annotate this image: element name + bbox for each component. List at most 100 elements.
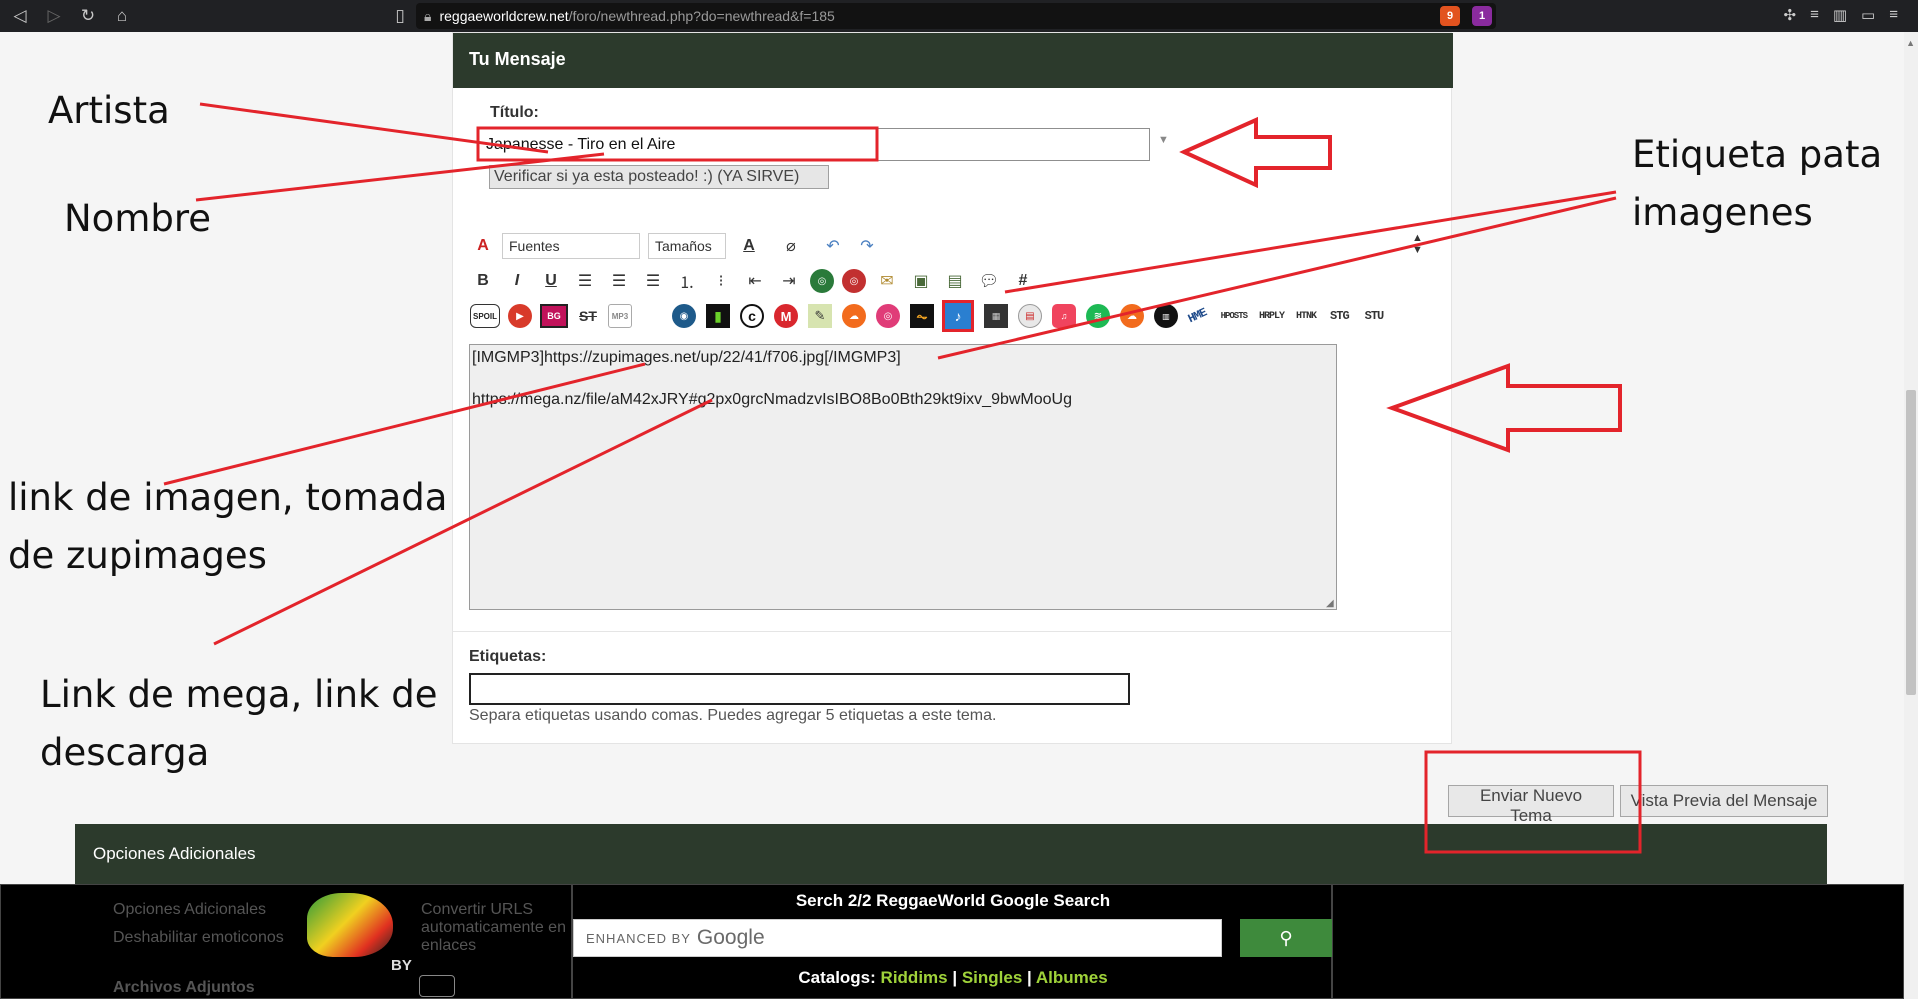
stg-icon[interactable]: STG xyxy=(1330,309,1350,323)
email-icon[interactable]: ✉ xyxy=(874,268,900,294)
bookmark-icon[interactable]: ▯ xyxy=(386,2,414,30)
additional-options-bar[interactable]: Opciones Adicionales xyxy=(75,824,1827,884)
spotify-icon[interactable]: ≋ xyxy=(1086,304,1110,328)
align-center-icon[interactable]: ☰ xyxy=(606,268,632,294)
catalog-link-singles[interactable]: Singles xyxy=(962,968,1022,987)
verify-posted-button[interactable]: Verificar si ya esta posteado! :) (YA SI… xyxy=(489,165,829,189)
text-color-icon[interactable]: A xyxy=(736,233,762,259)
section-divider xyxy=(452,631,1452,632)
document-icon[interactable]: ▤ xyxy=(1018,304,1042,328)
tags-help-text: Separa etiquetas usando comas. Puedes ag… xyxy=(469,707,997,724)
image-icon[interactable]: ▣ xyxy=(908,268,934,294)
video-icon[interactable]: ▤ xyxy=(942,268,968,294)
outdent-icon[interactable]: ⇤ xyxy=(742,268,768,294)
soundcloud-icon[interactable]: ☁ xyxy=(842,304,866,328)
extensions-icon[interactable]: ✣ xyxy=(1784,6,1797,24)
annotation-link-mega-line1: Link de mega, link de xyxy=(40,673,438,716)
undo-icon[interactable]: ↶ xyxy=(820,233,846,259)
annotation-link-imagen-line2: de zupimages xyxy=(8,534,267,577)
redo-icon[interactable]: ↷ xyxy=(854,233,880,259)
imgmp3-icon[interactable]: ♪ xyxy=(942,300,974,332)
gallery-icon[interactable]: ✎ xyxy=(808,304,832,328)
title-input[interactable] xyxy=(477,128,1150,161)
strikethrough-icon[interactable]: ST xyxy=(576,304,600,328)
back-icon[interactable]: ◁ xyxy=(6,2,34,30)
spoil-icon[interactable]: SPOIL xyxy=(470,304,500,328)
fonts-select[interactable]: Fuentes xyxy=(502,233,640,259)
hme-icon[interactable]: HME xyxy=(1186,306,1209,327)
dark-image-icon[interactable]: ▦ xyxy=(984,304,1008,328)
soundcloud-2-icon[interactable]: ☁ xyxy=(1120,304,1144,328)
indent-icon[interactable]: ⇥ xyxy=(776,268,802,294)
mp3-icon-label: MP3 xyxy=(611,311,629,321)
playlist-icon[interactable]: ≡ xyxy=(1810,6,1819,24)
audiomack-icon[interactable]: ▮ xyxy=(706,304,730,328)
home-icon[interactable]: ⌂ xyxy=(108,2,136,30)
brave-shield-icon[interactable]: 9 xyxy=(1440,6,1460,26)
lock-icon: 🔒︎ xyxy=(424,7,432,24)
google-wordmark: Google xyxy=(696,926,765,949)
browser-toolbar: ◁ ▷ ↻ ⌂ ▯ 🔒︎ reggaeworldcrew.net/foro/ne… xyxy=(0,0,1918,32)
wallet-icon[interactable]: ▭ xyxy=(1861,6,1875,24)
hrply-icon[interactable]: HRPLY xyxy=(1259,311,1285,322)
address-bar[interactable]: 🔒︎ reggaeworldcrew.net/foro/newthread.ph… xyxy=(416,3,1496,29)
apple-music-icon[interactable]: ♫ xyxy=(1052,304,1076,328)
catalog-link-albumes[interactable]: Albumes xyxy=(1036,968,1108,987)
annotation-artista: Artista xyxy=(48,89,170,132)
annotation-nombre: Nombre xyxy=(64,197,212,240)
scroll-up-icon[interactable]: ▲ xyxy=(1906,38,1915,48)
sidebar-icon[interactable]: ▥ xyxy=(1833,6,1847,24)
annotation-link-imagen-line1: link de imagen, tomada xyxy=(8,476,448,519)
message-textarea[interactable]: [IMGMP3]https://zupimages.net/up/22/41/f… xyxy=(469,344,1337,610)
shield-badge: 9 xyxy=(1446,10,1454,22)
deezer-icon[interactable]: ▥ xyxy=(1154,304,1178,328)
footer-bar: Opciones Adicionales Convertir URLS auto… xyxy=(0,884,1904,999)
youtube-icon[interactable]: ▶ xyxy=(508,304,532,328)
title-label: Título: xyxy=(490,104,539,121)
ordered-list-icon[interactable]: ⒈ xyxy=(674,268,700,294)
stu-icon[interactable]: STU xyxy=(1365,309,1385,323)
preview-message-button[interactable]: Vista Previa del Mensaje xyxy=(1620,785,1828,817)
menu-icon[interactable]: ≡ xyxy=(1889,6,1898,24)
link-globe-icon[interactable]: ◎ xyxy=(810,269,834,293)
quote-icon[interactable]: 💬︎ xyxy=(976,268,1002,294)
instagram-icon[interactable]: ◎ xyxy=(876,304,900,328)
attachment-icon[interactable]: ⌀ xyxy=(778,233,804,259)
forward-icon[interactable]: ▷ xyxy=(40,2,68,30)
tags-input[interactable] xyxy=(469,673,1130,705)
mp3-icon[interactable]: MP3 xyxy=(608,304,632,328)
copyright-icon[interactable]: c xyxy=(740,304,764,328)
hash-icon[interactable]: # xyxy=(1010,268,1036,294)
toolbar-row-3: SPOIL ▶ BG ST MP3 ◉ ▮ c M ✎ ☁ ◎ ⏦ ♪ ▦ ▤ … xyxy=(470,300,1385,332)
disc-icon[interactable]: ◉ xyxy=(672,304,696,328)
bold-icon[interactable]: B xyxy=(470,268,496,294)
sizes-select[interactable]: Tamaños xyxy=(648,233,726,259)
align-left-icon[interactable]: ☰ xyxy=(572,268,598,294)
htnk-icon[interactable]: HTNK xyxy=(1296,311,1317,322)
bg-icon[interactable]: BG xyxy=(540,304,568,328)
reggaeworld-logo xyxy=(307,893,393,957)
ghost-attachments-label: Archivos Adjuntos xyxy=(113,979,255,996)
google-search-button[interactable]: ⚲ xyxy=(1240,919,1332,957)
textarea-resize-handle[interactable]: ◢ xyxy=(1326,598,1334,609)
title-dropdown-icon[interactable]: ▼ xyxy=(1158,134,1169,146)
submit-new-thread-button[interactable]: Enviar Nuevo Tema xyxy=(1448,785,1614,825)
scrollbar-thumb[interactable] xyxy=(1906,390,1916,695)
unlink-globe-icon[interactable]: ◎ xyxy=(842,269,866,293)
remove-format-icon[interactable]: A xyxy=(470,233,496,259)
unordered-list-icon[interactable]: ⁝ xyxy=(708,268,734,294)
author-signature-logo xyxy=(419,975,455,997)
align-right-icon[interactable]: ☰ xyxy=(640,268,666,294)
hposts-icon[interactable]: HPOSTS xyxy=(1221,311,1248,321)
underline-icon[interactable]: U xyxy=(538,268,564,294)
rewards-alert-icon[interactable]: 1 xyxy=(1472,6,1492,26)
waveform-icon[interactable]: ⏦ xyxy=(910,304,934,328)
catalog-link-riddims[interactable]: Riddims xyxy=(881,968,948,987)
resize-arrows-icon[interactable]: ▲ ▼ xyxy=(1412,232,1423,256)
google-search-input[interactable]: ENHANCED BY Google xyxy=(573,919,1222,957)
mega-icon[interactable]: M xyxy=(774,304,798,328)
annotation-etiqueta-line1: Etiqueta pata xyxy=(1632,133,1883,176)
italic-icon[interactable]: I xyxy=(504,268,530,294)
tags-label: Etiquetas: xyxy=(469,648,547,665)
reload-icon[interactable]: ↻ xyxy=(74,2,102,30)
